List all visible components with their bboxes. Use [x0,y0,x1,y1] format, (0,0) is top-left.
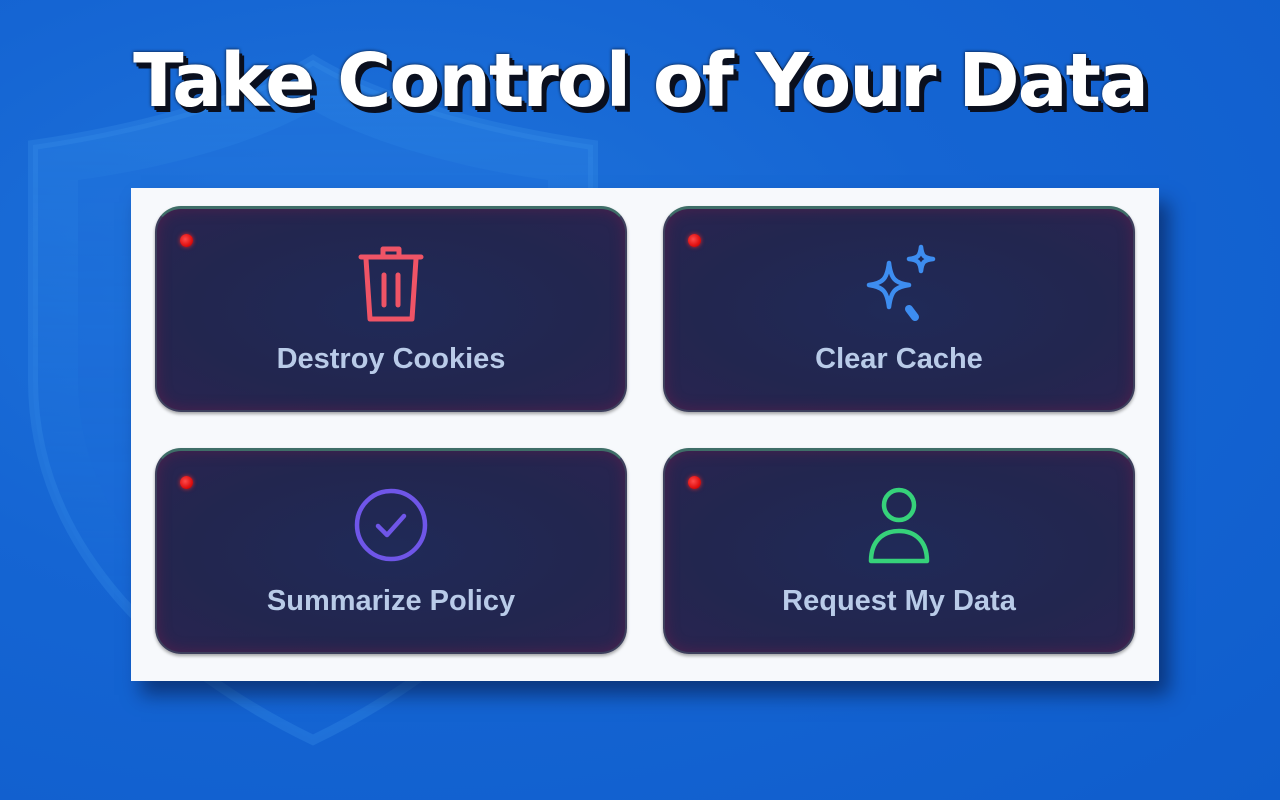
status-indicator-dot [180,476,193,489]
card-label: Request My Data [782,585,1016,617]
sparkles-icon [866,244,936,321]
status-indicator-dot [688,234,701,247]
destroy-cookies-button[interactable]: Destroy Cookies [155,206,627,412]
trash-icon [358,246,424,322]
check-circle-icon [354,488,428,562]
page-headline: Take Control of Your Data [133,38,1149,124]
status-indicator-dot [688,476,701,489]
clear-cache-button[interactable]: Clear Cache [663,206,1135,412]
request-my-data-button[interactable]: Request My Data [663,448,1135,654]
status-indicator-dot [180,234,193,247]
user-icon [868,487,930,564]
card-label: Clear Cache [815,343,983,375]
actions-panel: Destroy Cookies Clear Cache Summarize Po… [131,188,1159,681]
summarize-policy-button[interactable]: Summarize Policy [155,448,627,654]
card-label: Summarize Policy [266,585,516,617]
card-label: Destroy Cookies [276,343,506,375]
